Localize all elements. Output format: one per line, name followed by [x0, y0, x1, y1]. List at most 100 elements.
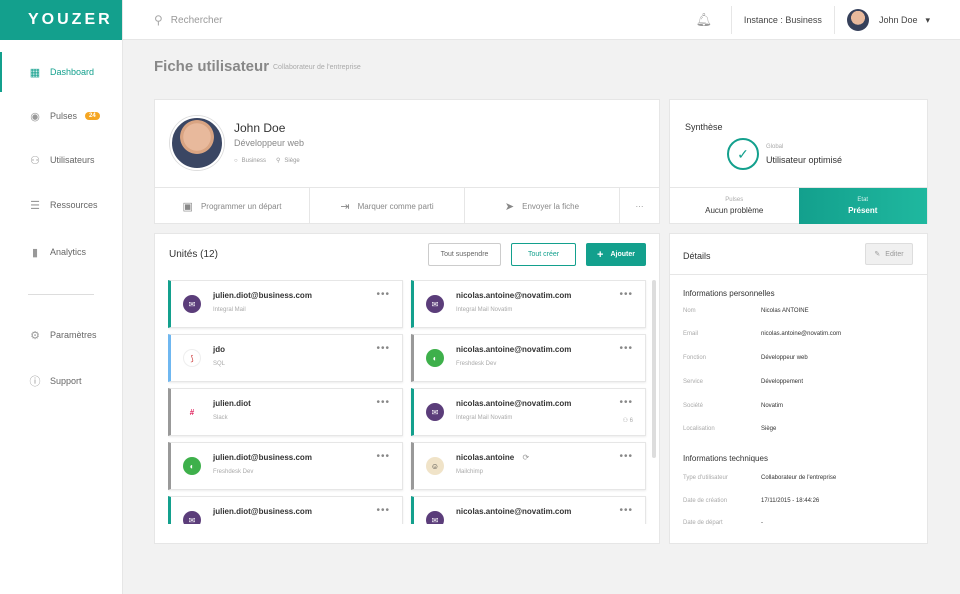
detail-key: Type d'utilisateur — [683, 475, 761, 481]
unit-item[interactable]: ◐ julien.diot@business.com Freshdesk Dev… — [168, 442, 403, 490]
detail-value: Nicolas ANTOINE — [761, 308, 809, 314]
edit-button[interactable]: ✎ Editer — [865, 243, 913, 265]
plus-icon: + — [597, 249, 603, 261]
personal-info-title: Informations personnelles — [683, 289, 775, 298]
unit-list: ✉ julien.diot@business.com Integral Mail… — [168, 280, 658, 524]
sidebar-item-label: Analytics — [50, 247, 86, 257]
sidebar-item-utilisateurs[interactable]: ⚇ Utilisateurs — [0, 140, 122, 180]
search-input[interactable]: Rechercher — [171, 15, 223, 26]
sidebar-item-pulses[interactable]: ◉ Pulses 24 — [0, 96, 122, 136]
unit-name: julien.diot@business.com — [213, 291, 312, 300]
sidebar-item-support[interactable]: ⓘ Support — [0, 361, 122, 401]
unit-name: nicolas.antoine@novatim.com — [456, 507, 571, 516]
search-icon: ⚲ — [154, 13, 163, 27]
detail-key: Localisation — [683, 426, 761, 432]
sidebar-item-ressources[interactable]: ☰ Ressources — [0, 185, 122, 225]
brand-logo[interactable]: YOUZER — [0, 0, 122, 40]
instance-label[interactable]: Instance : Business — [744, 15, 822, 25]
detail-value: Novatim — [761, 403, 783, 409]
detail-value: Développement — [761, 379, 803, 385]
units-scrollbar[interactable] — [652, 280, 656, 458]
detail-key: Société — [683, 403, 761, 409]
page-title: Fiche utilisateur — [154, 58, 269, 75]
unit-item[interactable]: ✉ nicolas.antoine@novatim.com ••• — [411, 496, 646, 524]
profile-card: John Doe Développeur web ○ Business ⚲ Si… — [154, 99, 660, 224]
create-all-button[interactable]: Tout créer — [511, 243, 576, 266]
page-subtitle: Collaborateur de l'entreprise — [273, 64, 361, 71]
tech-info-title: Informations techniques — [683, 454, 768, 463]
detail-value: Siège — [761, 426, 776, 432]
add-unit-button[interactable]: + Ajouter — [586, 243, 646, 266]
units-title: Unités (12) — [169, 249, 218, 260]
more-icon[interactable]: ••• — [619, 451, 633, 462]
bell-icon[interactable]: 🔔︎ — [689, 12, 719, 28]
detail-key: Email — [683, 331, 761, 337]
units-card: Unités (12) Tout suspendre Tout créer + … — [154, 233, 660, 544]
detail-row: Date de départ- — [683, 520, 913, 526]
unit-item[interactable]: ✉ julien.diot@business.com Integral Mail… — [168, 280, 403, 328]
unit-item[interactable]: ⟆ jdo SQL ••• — [168, 334, 403, 382]
detail-key: Fonction — [683, 355, 761, 361]
location-icon: ⚲ — [276, 157, 280, 164]
sidebar-item-label: Dashboard — [50, 67, 94, 77]
sql-icon: ⟆ — [183, 349, 201, 367]
search-bar[interactable]: ⚲ Rechercher — [154, 13, 223, 27]
sidebar-divider — [28, 294, 94, 295]
profile-name: John Doe — [234, 121, 285, 135]
etat-status[interactable]: Etat Présent — [799, 188, 928, 224]
pulses-status[interactable]: Pulses Aucun problème — [670, 188, 799, 224]
calendar-icon: ▣ — [183, 200, 193, 213]
detail-row: Type d'utilisateurCollaborateur de l'ent… — [683, 475, 913, 481]
sidebar-item-label: Utilisateurs — [50, 155, 95, 165]
mark-left-button[interactable]: ⇥ Marquer comme parti — [310, 188, 465, 224]
sidebar-item-label: Pulses — [50, 111, 77, 121]
more-icon[interactable]: ••• — [376, 289, 390, 300]
chevron-down-icon: ▾ — [925, 15, 930, 26]
users-icon: ⚇ — [623, 418, 630, 424]
unit-name-text: nicolas.antoine — [456, 453, 514, 462]
more-icon[interactable]: ••• — [619, 505, 633, 516]
unit-item[interactable]: ✉ julien.diot@business.com ••• — [168, 496, 403, 524]
more-icon[interactable]: ••• — [376, 451, 390, 462]
unit-item[interactable]: ✉ nicolas.antoine@novatim.com Integral M… — [411, 388, 646, 436]
unit-name: nicolas.antoine@novatim.com — [456, 399, 571, 408]
unit-item[interactable]: ◐ nicolas.antoine@novatim.com Freshdesk … — [411, 334, 646, 382]
unit-item[interactable]: # julien.diot Slack ••• — [168, 388, 403, 436]
mail-icon: ✉ — [426, 403, 444, 421]
user-menu[interactable]: John Doe ▾ — [847, 9, 930, 31]
detail-row: FonctionDéveloppeur web — [683, 355, 913, 361]
unit-source: Integral Mail — [213, 307, 246, 313]
users-icon: ⚇ — [29, 154, 41, 166]
schedule-departure-button[interactable]: ▣ Programmer un départ — [155, 188, 310, 224]
unit-item[interactable]: ☺ nicolas.antoine ⟳ Mailchimp ••• — [411, 442, 646, 490]
help-icon: ⓘ — [29, 375, 41, 387]
unit-source: Freshdesk Dev — [213, 469, 253, 475]
dashboard-icon: ▦ — [29, 66, 41, 78]
unit-item[interactable]: ✉ nicolas.antoine@novatim.com Integral M… — [411, 280, 646, 328]
suspend-all-button[interactable]: Tout suspendre — [428, 243, 501, 266]
bar-chart-icon: ▮ — [29, 246, 41, 258]
unit-name: nicolas.antoine@novatim.com — [456, 345, 571, 354]
send-sheet-button[interactable]: ➤ Envoyer la fiche — [465, 188, 620, 224]
more-icon[interactable]: ••• — [619, 289, 633, 300]
divider — [731, 6, 732, 34]
pencil-icon: ✎ — [874, 250, 880, 258]
more-actions-button[interactable]: ··· — [620, 188, 659, 224]
more-icon[interactable]: ••• — [376, 397, 390, 408]
unit-name: julien.diot@business.com — [213, 507, 312, 516]
more-icon[interactable]: ••• — [619, 343, 633, 354]
gear-icon: ⚙ — [29, 329, 41, 341]
profile-role: Développeur web — [234, 138, 304, 148]
pulses-value: Aucun problème — [705, 206, 763, 215]
sidebar-item-parametres[interactable]: ⚙ Paramètres — [0, 315, 122, 355]
user-count-value: 6 — [630, 418, 633, 424]
sidebar-item-dashboard[interactable]: ▦ Dashboard — [0, 52, 122, 92]
sidebar-item-analytics[interactable]: ▮ Analytics — [0, 232, 122, 272]
detail-row: Emailnicolas.antoine@novatim.com — [683, 331, 913, 337]
more-icon[interactable]: ••• — [619, 397, 633, 408]
more-icon[interactable]: ••• — [376, 505, 390, 516]
detail-row: ServiceDéveloppement — [683, 379, 913, 385]
detail-row: SociétéNovatim — [683, 403, 913, 409]
sidebar-item-label: Paramètres — [50, 330, 97, 340]
more-icon[interactable]: ••• — [376, 343, 390, 354]
